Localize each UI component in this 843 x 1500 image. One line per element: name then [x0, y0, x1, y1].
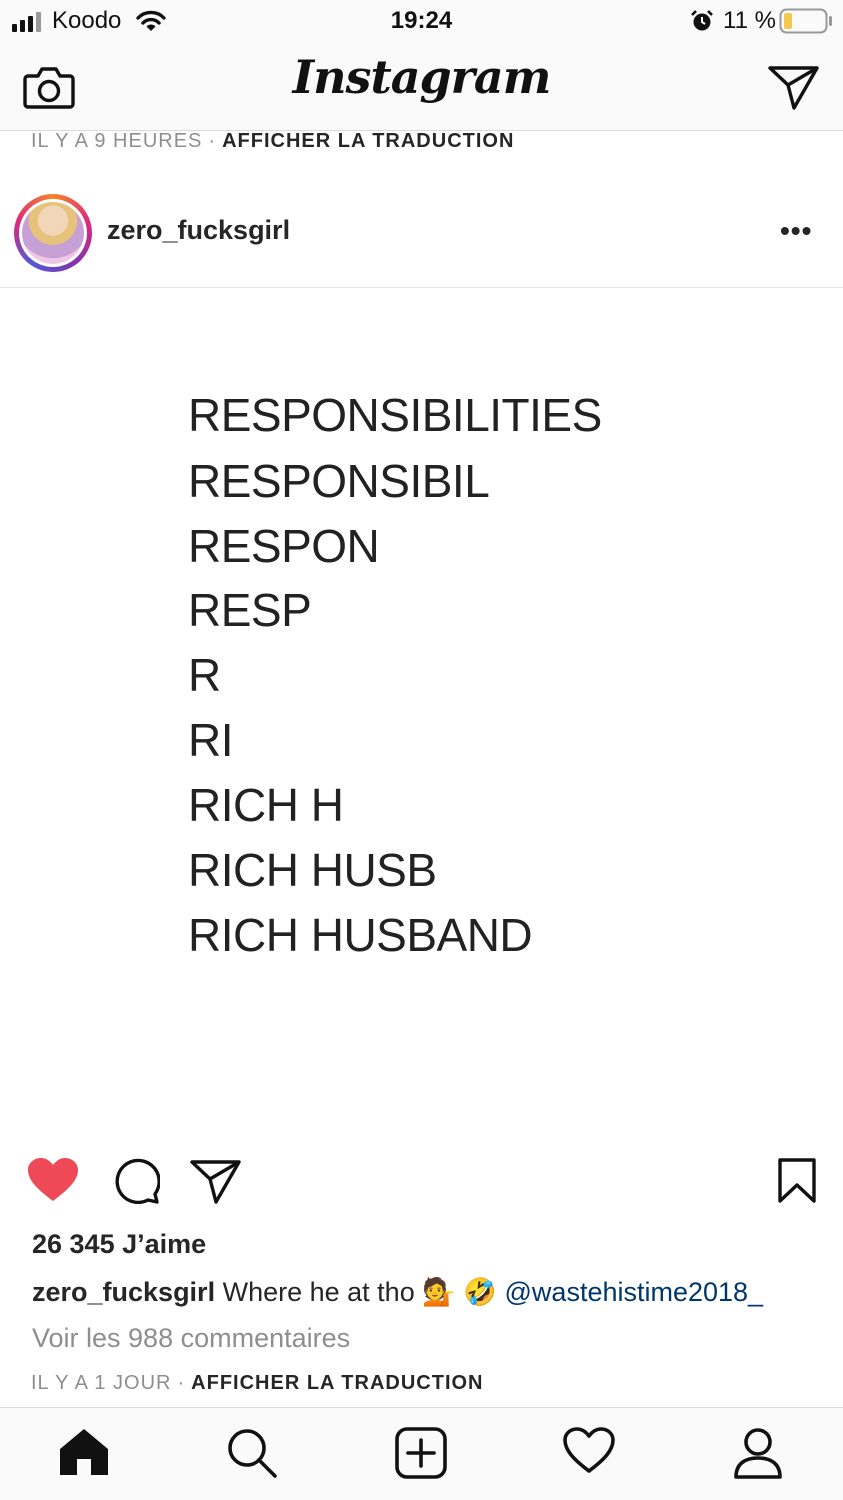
caption: zero_fucksgirl Where he at tho 💁 🤣 @wast… — [32, 1276, 763, 1308]
caption-emoji-laughing: 🤣 — [463, 1277, 497, 1307]
like-heart-icon[interactable] — [27, 1157, 79, 1203]
previous-post-meta: IL Y A 9 HEURES · AFFICHER LA TRADUCTION — [31, 130, 514, 153]
activity-heart-icon[interactable] — [563, 1427, 615, 1475]
comment-icon[interactable] — [110, 1156, 160, 1204]
like-count[interactable]: 26 345 J’aime — [32, 1229, 206, 1260]
image-text-line: RESP — [188, 584, 312, 636]
profile-icon[interactable] — [733, 1427, 783, 1479]
image-text-line: RESPONSIBIL — [188, 455, 490, 507]
image-text-line: RICH HUSBAND — [188, 909, 533, 961]
avatar[interactable] — [22, 202, 84, 264]
alarm-icon — [691, 10, 713, 31]
home-icon[interactable] — [58, 1427, 110, 1477]
battery-icon — [779, 8, 832, 34]
previous-post-translate-link[interactable]: AFFICHER LA TRADUCTION — [222, 130, 514, 152]
direct-message-icon[interactable] — [767, 63, 821, 111]
image-text-line: RICH H — [188, 779, 344, 831]
instagram-logo: Instagram — [292, 50, 552, 104]
new-post-icon[interactable] — [395, 1427, 447, 1479]
image-text-line: RESPONSIBILITIES — [188, 389, 602, 441]
image-text-line: RESPON — [188, 520, 380, 572]
post-image[interactable]: RESPONSIBILITIES RESPONSIBIL RESPON RESP… — [0, 288, 843, 1138]
search-icon[interactable] — [226, 1427, 278, 1479]
image-text-line: RICH HUSB — [188, 844, 437, 896]
meta-separator: · — [177, 1372, 186, 1394]
bookmark-icon[interactable] — [777, 1158, 817, 1204]
share-icon[interactable] — [189, 1158, 243, 1206]
previous-post-time: IL Y A 9 HEURES — [31, 130, 203, 152]
battery-percent: 11 % — [723, 7, 776, 34]
caption-mention[interactable]: @wastehistime2018_ — [505, 1277, 764, 1307]
caption-text: Where he at tho — [222, 1277, 415, 1307]
post-username[interactable]: zero_fucksgirl — [107, 215, 290, 246]
caption-emoji-person: 💁 — [422, 1277, 456, 1307]
post-time: IL Y A 1 JOUR — [31, 1372, 172, 1394]
post-translate-link[interactable]: AFFICHER LA TRADUCTION — [191, 1372, 483, 1394]
image-text-line: RI — [188, 714, 234, 766]
status-time: 19:24 — [390, 7, 453, 34]
meta-separator: · — [208, 130, 217, 152]
image-text-line: R — [188, 649, 221, 701]
view-comments-link[interactable]: Voir les 988 commentaires — [32, 1323, 350, 1354]
more-options-icon[interactable]: ••• — [780, 215, 812, 247]
caption-username[interactable]: zero_fucksgirl — [32, 1277, 215, 1307]
post-meta: IL Y A 1 JOUR · AFFICHER LA TRADUCTION — [31, 1372, 484, 1395]
